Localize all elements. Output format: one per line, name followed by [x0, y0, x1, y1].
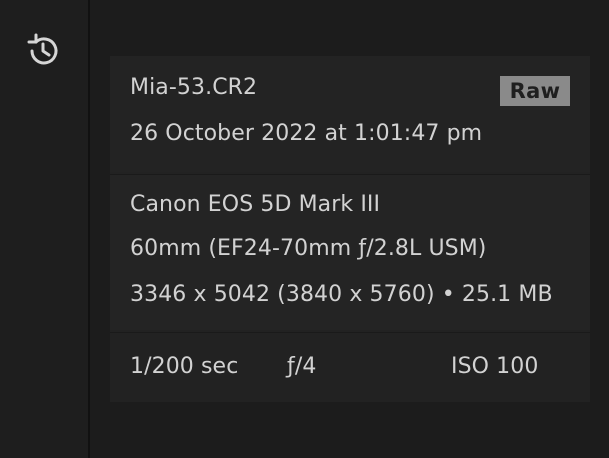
shutter-speed: 1/200 sec: [130, 354, 239, 379]
aperture-value: ƒ/4: [287, 354, 317, 379]
file-info-section: Mia-53.CR2 26 October 2022 at 1:01:47 pm…: [110, 56, 590, 172]
history-button[interactable]: [22, 30, 64, 72]
image-dimensions: 3346 x 5042 (3840 x 5760) • 25.1 MB: [130, 282, 553, 307]
left-sidebar: [0, 0, 90, 458]
lens-info: 60mm (EF24-70mm ƒ/2.8L USM): [130, 236, 487, 261]
exposure-info-section: 1/200 sec ƒ/4 ISO 100: [110, 332, 590, 402]
iso-value: ISO 100: [451, 354, 539, 379]
capture-datetime: 26 October 2022 at 1:01:47 pm: [130, 121, 483, 146]
camera-model: Canon EOS 5D Mark III: [130, 192, 381, 217]
camera-info-section: Canon EOS 5D Mark III 60mm (EF24-70mm ƒ/…: [110, 174, 590, 330]
filename: Mia-53.CR2: [130, 75, 258, 100]
history-icon: [27, 33, 58, 65]
raw-badge: Raw: [500, 76, 570, 106]
image-info-panel: Mia-53.CR2 26 October 2022 at 1:01:47 pm…: [110, 56, 590, 402]
